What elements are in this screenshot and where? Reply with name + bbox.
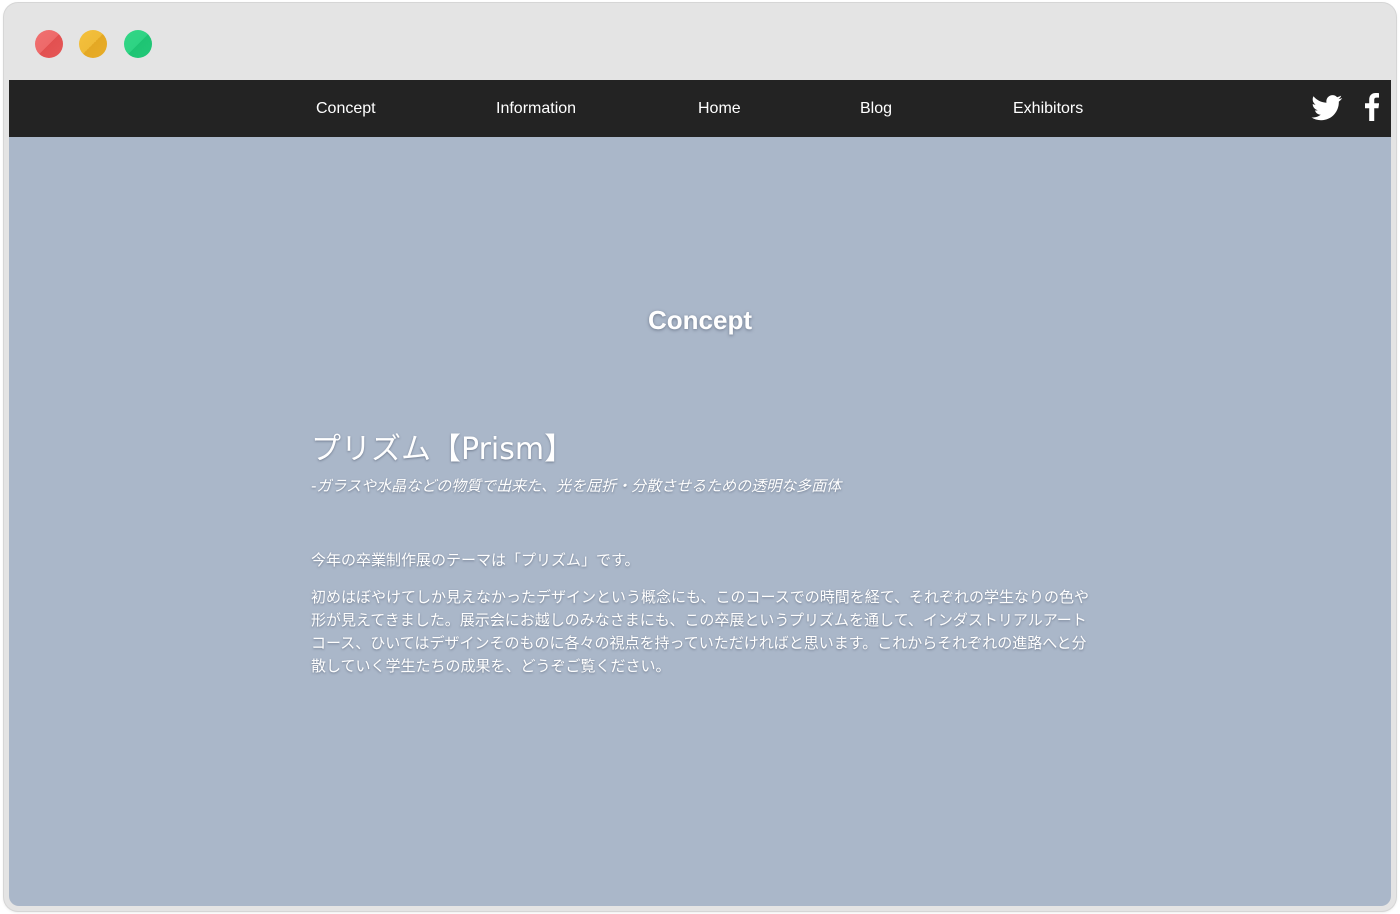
nav-link-blog[interactable]: Blog <box>860 80 892 137</box>
main-navbar: Concept Information Home Blog Exhibitors <box>9 80 1391 137</box>
close-window-button[interactable] <box>35 30 63 58</box>
nav-link-concept[interactable]: Concept <box>316 80 376 137</box>
concept-subheading: -ガラスや水晶などの物質で出来た、光を屈折・分散させるための透明な多面体 <box>311 477 842 495</box>
window-titlebar <box>4 3 1396 80</box>
minimize-window-button[interactable] <box>79 30 107 58</box>
browser-window: Concept Information Home Blog Exhibitors… <box>4 3 1396 911</box>
concept-paragraph-theme: 今年の卒業制作展のテーマは「プリズム」です。 <box>311 551 640 569</box>
nav-link-home[interactable]: Home <box>698 80 741 137</box>
maximize-window-button[interactable] <box>124 30 152 58</box>
nav-link-information[interactable]: Information <box>496 80 576 137</box>
twitter-icon[interactable] <box>1311 95 1343 121</box>
concept-heading: プリズム【Prism】 <box>311 432 575 467</box>
section-title: Concept <box>648 305 752 335</box>
page-viewport: Concept Information Home Blog Exhibitors… <box>9 80 1391 906</box>
concept-paragraph-body: 初めはぼやけてしか見えなかったデザインという概念にも、このコースでの時間を経て、… <box>311 588 1090 675</box>
facebook-icon[interactable] <box>1365 92 1380 122</box>
concept-content: プリズム【Prism】 -ガラスや水晶などの物質で出来た、光を屈折・分散させるた… <box>311 428 1101 678</box>
nav-link-exhibitors[interactable]: Exhibitors <box>1013 80 1083 137</box>
